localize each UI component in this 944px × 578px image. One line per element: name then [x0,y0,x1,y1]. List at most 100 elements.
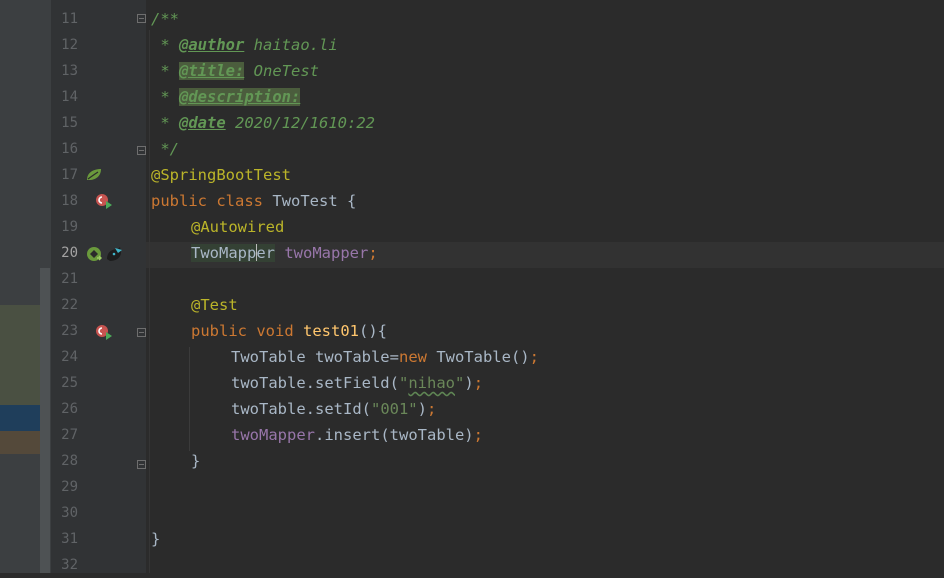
code-text: .insert(twoTable) [315,426,474,444]
line-number: 12 [61,37,78,53]
fold-marker-icon[interactable] [137,146,146,155]
code-line[interactable]: 19 @Autowired [0,214,944,240]
line-code[interactable]: public void test01(){ [191,318,387,344]
doc-tag: @description: [179,88,301,106]
string-literal: nihao [408,374,455,392]
field-name: twoMapper [231,426,315,444]
line-number: 14 [61,89,78,105]
line-code[interactable]: twoMapper.insert(twoTable); [231,422,483,448]
code-line[interactable]: 15 * @date 2020/12/1610:22 [0,110,944,136]
line-code[interactable]: */ [151,136,179,162]
line-number: 30 [61,505,78,521]
line-number: 11 [61,11,78,27]
line-code[interactable]: @Autowired [191,214,284,240]
code-line[interactable]: 25 twoTable.setField("nihao"); [0,370,944,396]
keyword: new [398,348,427,366]
line-code[interactable]: * @author haitao.li [151,32,338,58]
line-code[interactable]: } [151,526,160,552]
type-usage-highlight: TwoMapper [191,244,275,262]
semicolon: ; [427,400,437,418]
class-name: TwoTest [272,192,338,210]
line-number: 28 [61,453,78,469]
line-number: 21 [61,271,78,287]
doc-comment: /** [151,10,179,28]
code-line[interactable]: 24 TwoTable twoTable=new TwoTable(); [0,344,944,370]
code-line[interactable]: 27 twoMapper.insert(twoTable); [0,422,944,448]
annotation: @Autowired [191,218,285,236]
line-number: 19 [61,219,78,235]
line-code[interactable]: twoTable.setField("nihao"); [231,370,483,396]
line-code[interactable]: public class TwoTest { [151,188,356,214]
doc-comment: */ [151,140,179,158]
code-text: } [191,452,201,470]
code-text: ) [417,400,427,418]
fold-marker-icon[interactable] [137,14,146,23]
line-number: 16 [61,141,78,157]
line-code[interactable]: * @title: OneTest [151,58,319,84]
code-line[interactable]: 14 * @description: [0,84,944,110]
type-name: er [256,244,275,262]
code-line[interactable]: 32 [0,552,944,578]
field-name: twoMapper [284,244,369,262]
line-code[interactable]: @SpringBootTest [151,162,291,188]
line-number: 29 [61,479,78,495]
code-line[interactable]: 13 * @title: OneTest [0,58,944,84]
line-number: 20 [61,245,78,261]
string-literal: "001" [370,400,418,418]
semicolon: ; [473,374,484,392]
code-text: } [151,530,161,548]
code-line[interactable]: 20 TwoMapper twoMapper; [0,240,944,266]
doc-tag: @date [179,114,226,132]
code-line[interactable]: 31} [0,526,944,552]
line-code[interactable]: TwoTable twoTable=new TwoTable(); [231,344,539,370]
run-test-method-icon[interactable] [95,324,115,340]
line-number: 24 [61,349,78,365]
code-line[interactable]: 17 @SpringBootTest [0,162,944,188]
line-code[interactable]: } [191,448,200,474]
line-number: 32 [61,557,78,573]
line-number: 23 [61,323,78,339]
fold-marker-icon[interactable] [137,460,146,469]
doc-tag: @author [179,36,245,54]
run-test-class-icon[interactable] [95,193,115,209]
fold-marker-icon[interactable] [137,328,146,337]
doc-comment: * [151,62,179,80]
spring-leaf-icon[interactable] [85,168,103,182]
line-code[interactable]: /** [151,6,179,32]
line-number: 17 [61,167,78,183]
code-text: TwoTable() [426,348,530,366]
keyword: void [256,322,294,340]
doc-value: OneTest [244,62,319,80]
code-line[interactable]: 22 @Test [0,292,944,318]
code-line[interactable]: 30 [0,500,944,526]
code-line[interactable]: 26 twoTable.setId("001"); [0,396,944,422]
line-code[interactable]: * @description: [151,84,301,110]
bean-injection-icon[interactable] [85,245,125,265]
doc-value: 2020/12/1610:22 [225,114,375,132]
doc-value: haitao.li [244,36,338,54]
code-line[interactable]: 18 public class TwoTest { [0,188,944,214]
code-text: twoTable.setId( [231,400,371,418]
doc-comment: * [151,88,179,106]
type-name: TwoMapp [191,244,257,262]
code-line[interactable]: 12 * @author haitao.li [0,32,944,58]
line-number: 18 [61,193,78,209]
line-code[interactable]: * @date 2020/12/1610:22 [151,110,375,136]
keyword: public [191,322,247,340]
line-number: 15 [61,115,78,131]
code-line[interactable]: 29 [0,474,944,500]
line-number: 27 [61,427,78,443]
line-code[interactable]: twoTable.setId("001"); [231,396,436,422]
code-line[interactable]: 21 [0,266,944,292]
code-text: ) [464,374,474,392]
line-code[interactable]: @Test [191,292,238,318]
doc-tag: @title: [179,62,245,80]
line-number: 31 [61,531,78,547]
line-code[interactable]: TwoMapper twoMapper; [191,240,378,266]
annotation: @Test [191,296,238,314]
code-text: twoTable.setField( [231,374,399,392]
line-number: 13 [61,63,78,79]
semicolon: ; [368,244,378,262]
line-number: 26 [61,401,78,417]
semicolon: ; [529,348,539,366]
